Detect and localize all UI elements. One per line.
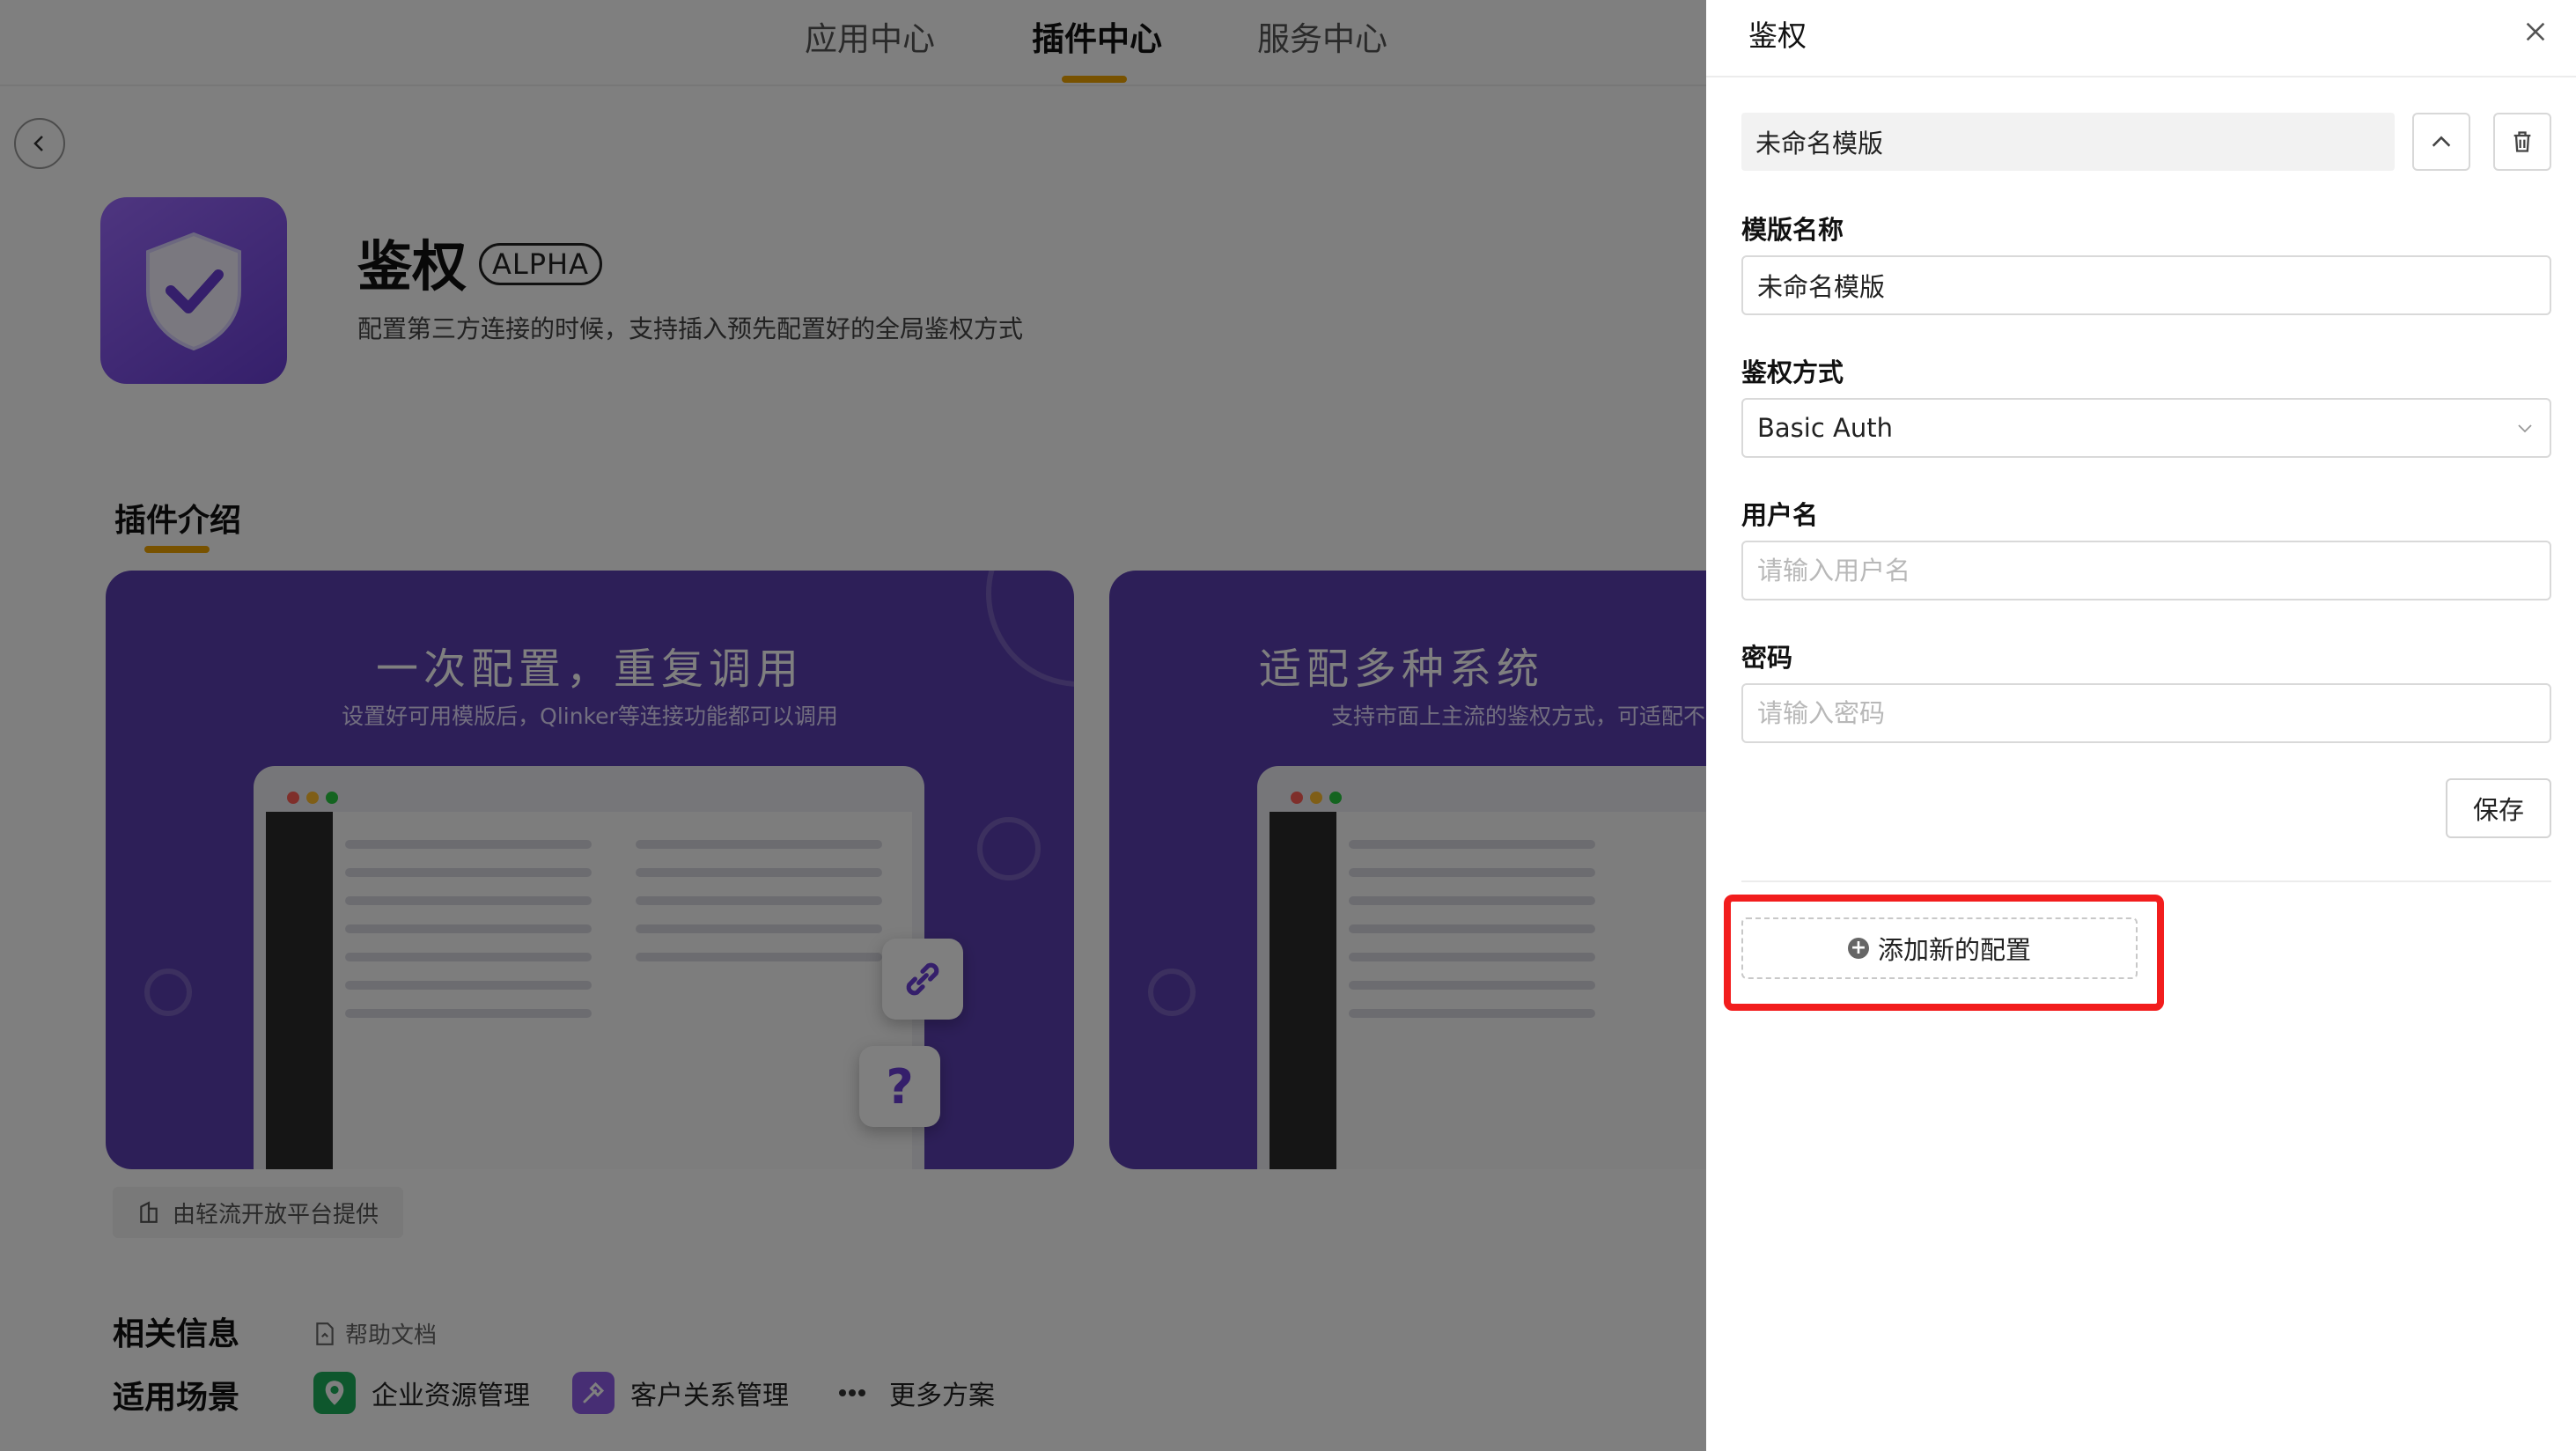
password-label: 密码 bbox=[1741, 643, 1793, 673]
close-icon bbox=[2526, 22, 2545, 41]
trash-icon bbox=[2513, 131, 2531, 152]
drawer-title: 鉴权 bbox=[1748, 18, 1807, 53]
modal-overlay[interactable] bbox=[0, 0, 1706, 1451]
delete-button[interactable] bbox=[2493, 113, 2551, 171]
auth-method-value: Basic Auth bbox=[1757, 413, 1893, 443]
template-collapse-header[interactable]: 未命名模版 bbox=[1741, 113, 2395, 171]
password-input[interactable] bbox=[1741, 683, 2551, 743]
divider bbox=[1741, 880, 2551, 882]
chevron-down-icon bbox=[2518, 424, 2532, 433]
template-name-input[interactable] bbox=[1741, 255, 2551, 315]
auth-method-label: 鉴权方式 bbox=[1741, 357, 1844, 387]
username-label: 用户名 bbox=[1741, 500, 1819, 530]
add-config-label: 添加新的配置 bbox=[1877, 935, 2031, 965]
plus-circle-icon: + bbox=[1847, 938, 1869, 959]
chevron-up-icon bbox=[2432, 136, 2451, 147]
save-button[interactable]: 保存 bbox=[2446, 778, 2551, 838]
template-name-label: 模版名称 bbox=[1741, 215, 1844, 245]
close-button[interactable] bbox=[2516, 12, 2555, 51]
collapse-button[interactable] bbox=[2412, 113, 2470, 171]
auth-config-drawer: 鉴权 未命名模版 模版名称 鉴权方式 Basic Auth 用户名 密码 保存 … bbox=[1706, 0, 2576, 1451]
auth-method-select[interactable]: Basic Auth bbox=[1741, 398, 2551, 458]
drawer-header: 鉴权 bbox=[1706, 0, 2576, 77]
add-config-button[interactable]: + 添加新的配置 bbox=[1741, 917, 2138, 979]
username-input[interactable] bbox=[1741, 541, 2551, 600]
